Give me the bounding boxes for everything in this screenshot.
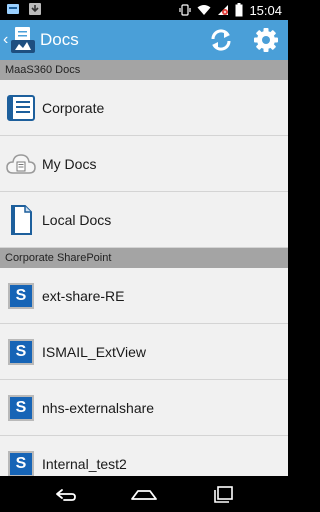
list-item-ismail-extview[interactable]: S ISMAIL_ExtView bbox=[0, 324, 288, 380]
home-icon[interactable] bbox=[129, 482, 159, 506]
list-item-my-docs[interactable]: My Docs bbox=[0, 136, 288, 192]
sharepoint-icon: S bbox=[8, 450, 34, 476]
list-item-local-docs[interactable]: Local Docs bbox=[0, 192, 288, 248]
section-header-maas360-docs: MaaS360 Docs bbox=[0, 60, 288, 80]
action-bar: ‹ Docs bbox=[0, 20, 288, 60]
sharepoint-icon: S bbox=[8, 282, 34, 309]
list-item-ext-share-re[interactable]: S ext-share-RE bbox=[0, 268, 288, 324]
list-item-internal-test2[interactable]: S Internal_test2 bbox=[0, 436, 288, 476]
status-bar: 15:04 bbox=[0, 0, 288, 20]
up-caret-icon[interactable]: ‹ bbox=[3, 30, 8, 50]
list-item-nhs-externalshare[interactable]: S nhs-externalshare bbox=[0, 380, 288, 436]
page-title: Docs bbox=[40, 30, 79, 49]
sharepoint-icon: S bbox=[8, 338, 34, 365]
list-item-label: Corporate bbox=[42, 99, 105, 116]
recent-apps-icon[interactable] bbox=[208, 482, 238, 506]
notification-icon bbox=[7, 4, 19, 14]
list-item-corporate[interactable]: Corporate bbox=[0, 80, 288, 136]
docs-list: MaaS360 Docs Corporate My Docs Local Doc… bbox=[0, 60, 288, 476]
navigation-bar bbox=[0, 476, 288, 512]
list-item-label: ext-share-RE bbox=[42, 287, 125, 304]
list-item-label: nhs-externalshare bbox=[42, 399, 155, 416]
list-item-label: ISMAIL_ExtView bbox=[42, 343, 147, 360]
section-header-corporate-sharepoint: Corporate SharePoint bbox=[0, 248, 288, 268]
list-item-label: Local Docs bbox=[42, 211, 112, 228]
app-logo-icon[interactable] bbox=[11, 26, 35, 54]
cloud-icon bbox=[6, 153, 36, 174]
wifi-icon bbox=[197, 5, 211, 15]
settings-icon[interactable] bbox=[252, 26, 280, 54]
battery-icon bbox=[235, 3, 243, 17]
download-icon bbox=[29, 3, 41, 15]
back-icon[interactable] bbox=[50, 482, 80, 506]
refresh-icon[interactable] bbox=[207, 26, 235, 54]
sharepoint-icon: S bbox=[8, 394, 34, 421]
status-time: 15:04 bbox=[249, 2, 282, 18]
signal-icon bbox=[218, 5, 229, 15]
corporate-docs-icon bbox=[7, 94, 35, 121]
vibrate-icon bbox=[179, 4, 192, 16]
list-item-label: Internal_test2 bbox=[42, 455, 127, 472]
list-item-label: My Docs bbox=[42, 155, 97, 172]
document-icon bbox=[11, 204, 32, 235]
